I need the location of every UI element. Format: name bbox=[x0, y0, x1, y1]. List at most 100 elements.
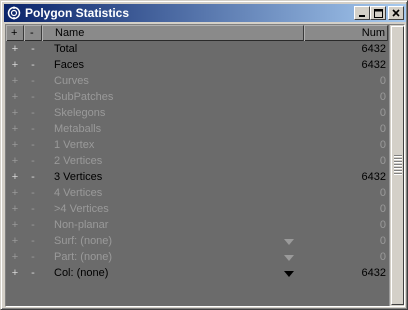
add-selection-button[interactable]: + bbox=[6, 139, 24, 151]
close-button[interactable] bbox=[388, 6, 404, 20]
row-name[interactable]: Part: (none) bbox=[42, 251, 304, 263]
row-name-label: 1 Vertex bbox=[54, 139, 95, 151]
row-name-label: 2 Vertices bbox=[54, 155, 103, 167]
add-selection-button[interactable]: + bbox=[6, 187, 24, 199]
remove-selection-button[interactable]: - bbox=[24, 155, 42, 167]
row-name-label: Part: (none) bbox=[54, 251, 113, 263]
row-name: 1 Vertex bbox=[42, 139, 304, 151]
row-count: 0 bbox=[379, 75, 386, 87]
row-count: 0 bbox=[379, 235, 386, 247]
vertical-scrollbar[interactable] bbox=[389, 25, 404, 306]
row-name-label: Non-planar bbox=[54, 219, 109, 231]
header-name-column[interactable]: Name bbox=[42, 25, 304, 41]
row-name: Metaballs bbox=[42, 123, 304, 135]
table-row[interactable]: + - Skelegons 0 bbox=[6, 105, 388, 121]
row-name-label: SubPatches bbox=[54, 91, 114, 103]
scrollbar-thumb[interactable] bbox=[391, 26, 404, 305]
row-count: 6432 bbox=[361, 43, 386, 55]
maximize-button[interactable] bbox=[370, 6, 386, 20]
row-count: 0 bbox=[379, 139, 386, 151]
lightwave-app-icon bbox=[6, 5, 22, 21]
table-row[interactable]: + - >4 Vertices 0 bbox=[6, 201, 388, 217]
row-name-label: 4 Vertices bbox=[54, 187, 103, 199]
add-selection-button[interactable]: + bbox=[6, 123, 24, 135]
remove-selection-button[interactable]: - bbox=[24, 267, 42, 279]
remove-selection-button[interactable]: - bbox=[24, 107, 42, 119]
row-name-label: Faces bbox=[54, 59, 84, 71]
remove-selection-button[interactable]: - bbox=[24, 139, 42, 151]
table-row[interactable]: + - Faces 6432 bbox=[6, 57, 388, 73]
row-name-label: >4 Vertices bbox=[54, 203, 109, 215]
row-name: Curves bbox=[42, 75, 304, 87]
add-selection-button[interactable]: + bbox=[6, 91, 24, 103]
table-row[interactable]: + -4 Vertices 0 bbox=[6, 185, 388, 201]
dropdown-arrow-icon[interactable] bbox=[284, 271, 294, 277]
row-name: Faces bbox=[42, 59, 304, 71]
remove-selection-button[interactable]: - bbox=[24, 235, 42, 247]
table-row[interactable]: + -2 Vertices 0 bbox=[6, 153, 388, 169]
title-bar[interactable]: Polygon Statistics bbox=[4, 4, 406, 22]
row-name: 4 Vertices bbox=[42, 187, 304, 199]
dropdown-arrow-icon[interactable] bbox=[284, 239, 294, 245]
table-row[interactable]: + - Total 6432 bbox=[6, 41, 388, 57]
statistics-panel: + - Name Num + - Total 6432 + - Faces 6432 + - Cur… bbox=[5, 24, 405, 307]
minimize-icon bbox=[359, 15, 365, 17]
row-name-label: Skelegons bbox=[54, 107, 106, 119]
statistics-table: + - Name Num + - Total 6432 + - Faces 6432 + - Cur… bbox=[6, 25, 388, 306]
table-row[interactable]: + - Surf: (none) 0 bbox=[6, 233, 388, 249]
row-name: >4 Vertices bbox=[42, 203, 304, 215]
add-selection-button[interactable]: + bbox=[6, 107, 24, 119]
row-name: SubPatches bbox=[42, 91, 304, 103]
header-minus-column[interactable]: - bbox=[24, 25, 42, 41]
row-count: 0 bbox=[379, 91, 386, 103]
remove-selection-button[interactable]: - bbox=[24, 75, 42, 87]
table-row[interactable]: + -1 Vertex 0 bbox=[6, 137, 388, 153]
row-name-label: Curves bbox=[54, 75, 89, 87]
remove-selection-button[interactable]: - bbox=[24, 43, 42, 55]
add-selection-button[interactable]: + bbox=[6, 219, 24, 231]
row-name-label: 3 Vertices bbox=[54, 171, 103, 183]
table-row[interactable]: + -3 Vertices 6432 bbox=[6, 169, 388, 185]
header-num-column[interactable]: Num bbox=[304, 25, 388, 41]
remove-selection-button[interactable]: - bbox=[24, 251, 42, 263]
row-name[interactable]: Col: (none) bbox=[42, 267, 304, 279]
add-selection-button[interactable]: + bbox=[6, 203, 24, 215]
title-bar-buttons bbox=[354, 6, 404, 20]
add-selection-button[interactable]: + bbox=[6, 171, 24, 183]
row-name: 3 Vertices bbox=[42, 171, 304, 183]
remove-selection-button[interactable]: - bbox=[24, 59, 42, 71]
row-count: 0 bbox=[379, 155, 386, 167]
row-count: 6432 bbox=[361, 171, 386, 183]
remove-selection-button[interactable]: - bbox=[24, 123, 42, 135]
row-count: 6432 bbox=[361, 267, 386, 279]
row-name[interactable]: Surf: (none) bbox=[42, 235, 304, 247]
remove-selection-button[interactable]: - bbox=[24, 219, 42, 231]
table-row[interactable]: + - Col: (none) 6432 bbox=[6, 265, 388, 281]
remove-selection-button[interactable]: - bbox=[24, 187, 42, 199]
add-selection-button[interactable]: + bbox=[6, 43, 24, 55]
table-rows: + - Total 6432 + - Faces 6432 + - Curves 0 + - SubPatc… bbox=[6, 41, 388, 281]
add-selection-button[interactable]: + bbox=[6, 235, 24, 247]
dropdown-arrow-icon[interactable] bbox=[284, 255, 294, 261]
table-row[interactable]: + - Curves 0 bbox=[6, 73, 388, 89]
add-selection-button[interactable]: + bbox=[6, 155, 24, 167]
row-count: 0 bbox=[379, 107, 386, 119]
add-selection-button[interactable]: + bbox=[6, 59, 24, 71]
table-row[interactable]: + - Metaballs 0 bbox=[6, 121, 388, 137]
remove-selection-button[interactable]: - bbox=[24, 171, 42, 183]
add-selection-button[interactable]: + bbox=[6, 267, 24, 279]
row-count: 0 bbox=[379, 187, 386, 199]
table-row[interactable]: + - Non-planar 0 bbox=[6, 217, 388, 233]
row-name-label: Metaballs bbox=[54, 123, 102, 135]
close-icon bbox=[392, 9, 400, 17]
row-count: 0 bbox=[379, 123, 386, 135]
table-row[interactable]: + - Part: (none) 0 bbox=[6, 249, 388, 265]
add-selection-button[interactable]: + bbox=[6, 75, 24, 87]
header-plus-column[interactable]: + bbox=[6, 25, 24, 41]
table-row[interactable]: + - SubPatches 0 bbox=[6, 89, 388, 105]
minimize-button[interactable] bbox=[354, 6, 370, 20]
add-selection-button[interactable]: + bbox=[6, 251, 24, 263]
remove-selection-button[interactable]: - bbox=[24, 203, 42, 215]
remove-selection-button[interactable]: - bbox=[24, 91, 42, 103]
row-name-label: Col: (none) bbox=[54, 267, 109, 279]
